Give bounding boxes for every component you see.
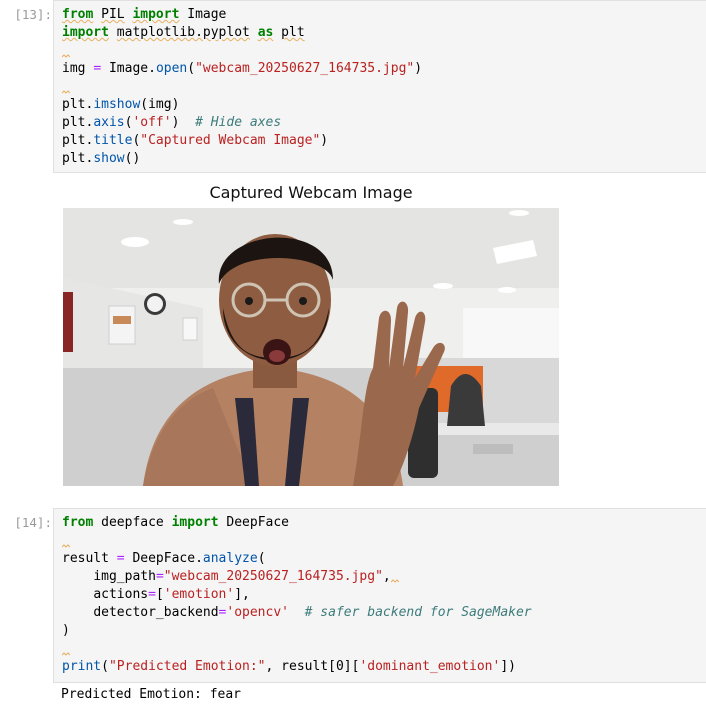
code-line: from PIL import Image — [62, 7, 227, 22]
lint-warning-icon — [62, 652, 70, 656]
code-line: plt.imshow(img) — [62, 97, 180, 112]
figure-title: Captured Webcam Image — [209, 183, 413, 202]
code-line: result = DeepFace.analyze( — [62, 551, 266, 566]
code-line: from deepface import DeepFace — [62, 515, 290, 530]
cell-output-text: Predicted Emotion: fear — [61, 687, 242, 702]
code-line: import matplotlib.pyplot as plt — [62, 25, 305, 40]
code-line: plt.axis('off') # Hide axes — [62, 115, 282, 130]
lint-warning-icon — [62, 544, 70, 548]
lint-warning-icon — [62, 90, 70, 94]
code-line: img = Image.open("webcam_20250627_164735… — [62, 61, 423, 76]
lint-warning-icon — [62, 54, 70, 58]
code-line: img_path="webcam_20250627_164735.jpg", — [62, 568, 399, 586]
code-cell-13[interactable]: from PIL import Image import matplotlib.… — [53, 0, 706, 173]
cell-prompt-13: [13]: — [14, 7, 52, 22]
code-line: detector_backend='opencv' # safer backen… — [93, 605, 532, 620]
code-line: print("Predicted Emotion:", result[0]['d… — [62, 659, 516, 674]
code-cell-14[interactable]: from deepface import DeepFace result = D… — [53, 508, 706, 683]
lint-warning-icon — [390, 579, 399, 583]
code-line: actions=['emotion'], — [93, 587, 250, 602]
code-line: plt.show() — [62, 151, 141, 166]
code-line: plt.title("Captured Webcam Image") — [62, 133, 329, 148]
cell-prompt-14: [14]: — [14, 515, 52, 530]
code-line: ) — [62, 623, 70, 638]
webcam-photo — [63, 208, 559, 486]
